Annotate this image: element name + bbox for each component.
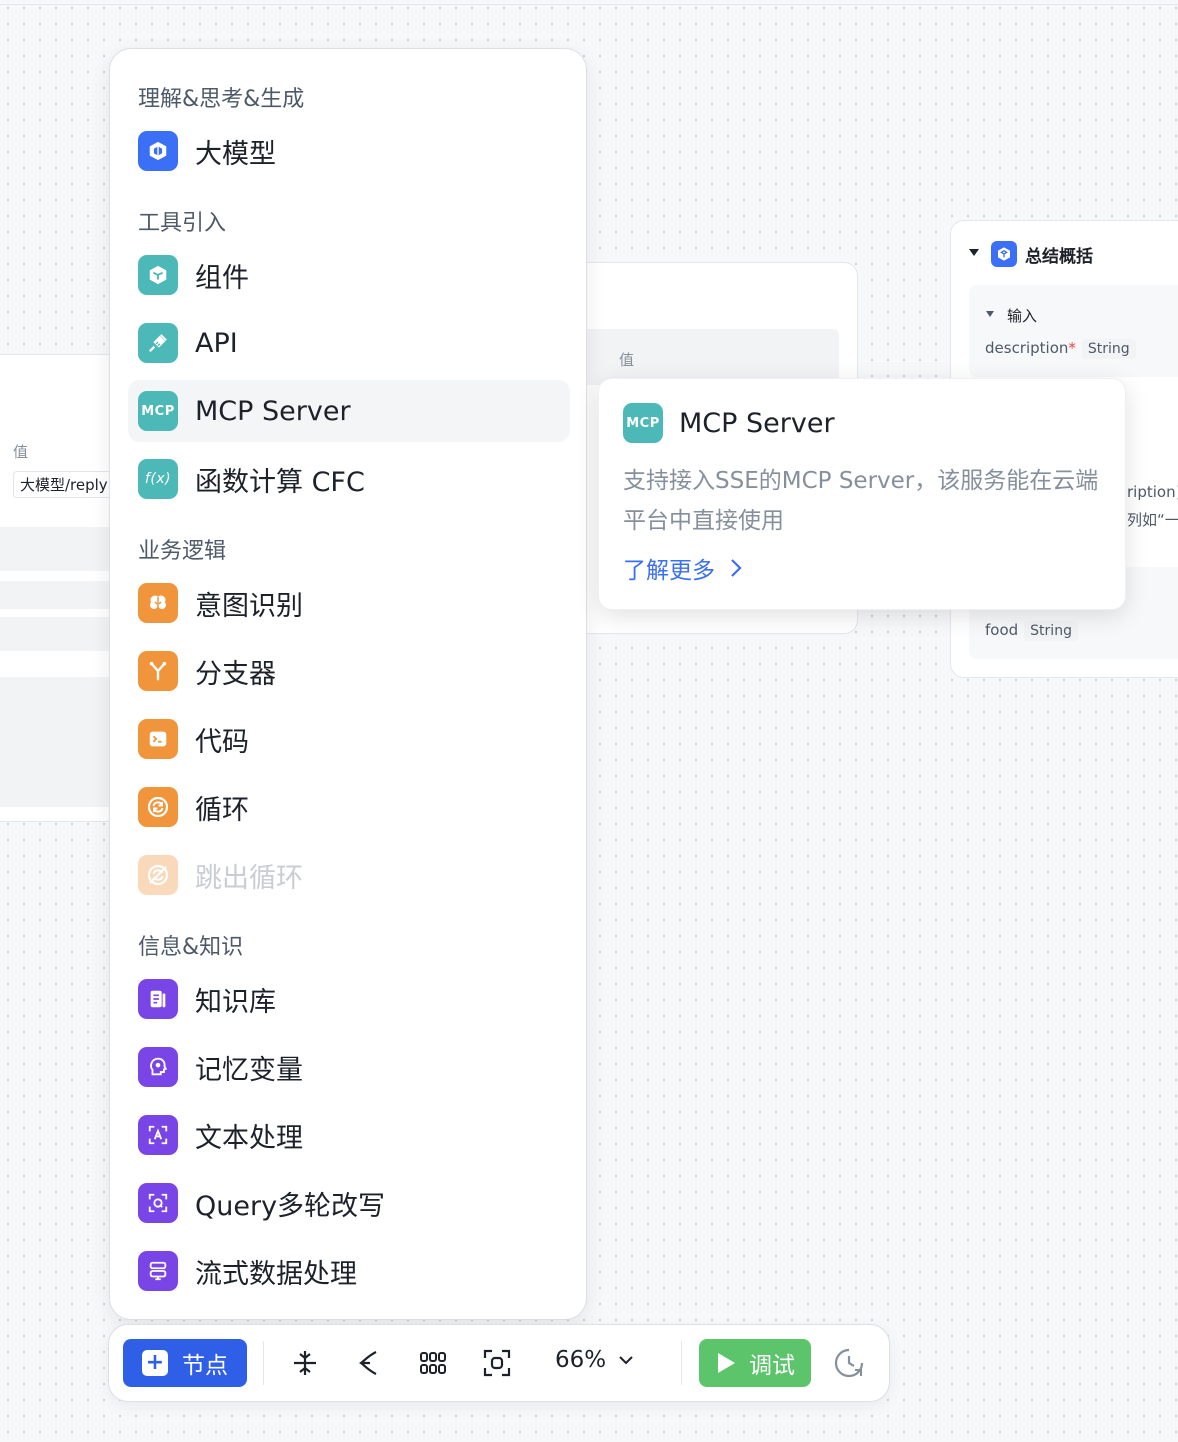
menu-item-llm[interactable]: 大模型 (128, 120, 570, 182)
section-caret-icon[interactable] (986, 311, 994, 317)
knowledge-base-icon (138, 979, 178, 1019)
menu-item-memory[interactable]: 记忆变量 (128, 1036, 570, 1098)
category-business-logic: 业务逻辑 (138, 539, 227, 564)
param-row: description* String (985, 339, 1136, 359)
stream-data-icon (138, 1251, 178, 1291)
category-knowledge: 信息&知识 (138, 935, 244, 960)
menu-item-api[interactable]: API (128, 312, 570, 374)
menu-item-stream-data[interactable]: 流式数据处理 (128, 1240, 570, 1302)
top-divider (0, 4, 1178, 5)
menu-item-code[interactable]: 代码 (128, 708, 570, 770)
branch-icon (138, 651, 178, 691)
play-icon (718, 1353, 735, 1373)
tooltip-description: 支持接入SSE的MCP Server，该服务能在云端平台中直接使用 (623, 468, 1099, 534)
add-node-button[interactable]: + 节点 (123, 1339, 247, 1387)
menu-item-text-process[interactable]: 文本处理 (128, 1104, 570, 1166)
value-field[interactable]: 大模型/reply (13, 471, 115, 498)
fit-view-icon[interactable] (479, 1345, 515, 1381)
chevron-right-icon (731, 559, 742, 577)
collapse-caret-icon[interactable] (969, 249, 979, 256)
mcp-server-tooltip: MCP MCP Server 支持接入SSE的MCP Server，该服务能在云… (598, 378, 1126, 610)
type-tag: String (1081, 339, 1136, 359)
chevron-down-icon (619, 1356, 633, 1365)
debug-run-button[interactable]: 调试 (699, 1339, 811, 1387)
node-row (0, 617, 119, 651)
clipped-text: ription} (1127, 483, 1178, 501)
component-hexagon-icon (138, 255, 178, 295)
mcp-icon: MCP (138, 391, 178, 431)
tooltip-header: MCP MCP Server (623, 403, 835, 443)
clipped-text: 列如“一个 (1127, 511, 1178, 529)
node-menu: 理解&思考&生成 大模型 工具引入 组件 API MCP MCP Server … (109, 48, 587, 1320)
mcp-icon: MCP (623, 403, 663, 443)
value-label: 值 (13, 443, 29, 461)
model-cube-icon (991, 241, 1017, 267)
plus-icon: + (142, 1350, 168, 1376)
input-section-title: 输入 (1007, 307, 1038, 325)
collapse-all-icon[interactable] (287, 1345, 323, 1381)
connector-curve-icon[interactable] (351, 1345, 387, 1381)
menu-item-branch[interactable]: 分支器 (128, 640, 570, 702)
function-icon: f(x) (138, 459, 178, 499)
terminal-icon (138, 719, 178, 759)
category-understanding: 理解&思考&生成 (138, 87, 305, 112)
auto-layout-icon[interactable] (415, 1345, 451, 1381)
menu-item-break-loop[interactable]: 跳出循环 (128, 844, 570, 906)
menu-item-query-rewrite[interactable]: Query多轮改写 (128, 1172, 570, 1234)
tooltip-title: MCP Server (679, 407, 835, 439)
node-row (0, 581, 119, 609)
history-clock-icon[interactable] (831, 1345, 867, 1381)
memory-head-icon (138, 1047, 178, 1087)
canvas-node-left[interactable]: 值 大模型/reply (0, 354, 120, 822)
toolbar-divider (681, 1341, 682, 1385)
menu-item-component[interactable]: 组件 (128, 244, 570, 306)
model-cube-icon (138, 131, 178, 171)
value-label: 值 (619, 351, 635, 369)
learn-more-link[interactable]: 了解更多 (623, 551, 743, 585)
break-loop-icon (138, 855, 178, 895)
param-row: food String (985, 621, 1078, 641)
node-title: 总结概括 (991, 241, 1093, 267)
brain-icon (138, 583, 178, 623)
node-row (0, 677, 119, 807)
type-tag: String (1024, 621, 1078, 641)
menu-item-knowledge-base[interactable]: 知识库 (128, 968, 570, 1030)
toolbar-divider (263, 1341, 264, 1385)
loop-icon (138, 787, 178, 827)
bottom-toolbar: + 节点 66% 调试 (108, 1324, 890, 1402)
menu-item-mcp-server[interactable]: MCP MCP Server (128, 380, 570, 442)
text-process-icon (138, 1115, 178, 1155)
plug-icon (138, 323, 178, 363)
node-row (0, 527, 119, 571)
menu-item-cfc[interactable]: f(x) 函数计算 CFC (128, 448, 570, 510)
category-tools: 工具引入 (138, 211, 227, 236)
menu-item-intent[interactable]: 意图识别 (128, 572, 570, 634)
input-section: 输入 description* String (969, 285, 1178, 377)
zoom-selector[interactable]: 66% (555, 1347, 634, 1373)
query-rewrite-icon (138, 1183, 178, 1223)
menu-item-loop[interactable]: 循环 (128, 776, 570, 838)
